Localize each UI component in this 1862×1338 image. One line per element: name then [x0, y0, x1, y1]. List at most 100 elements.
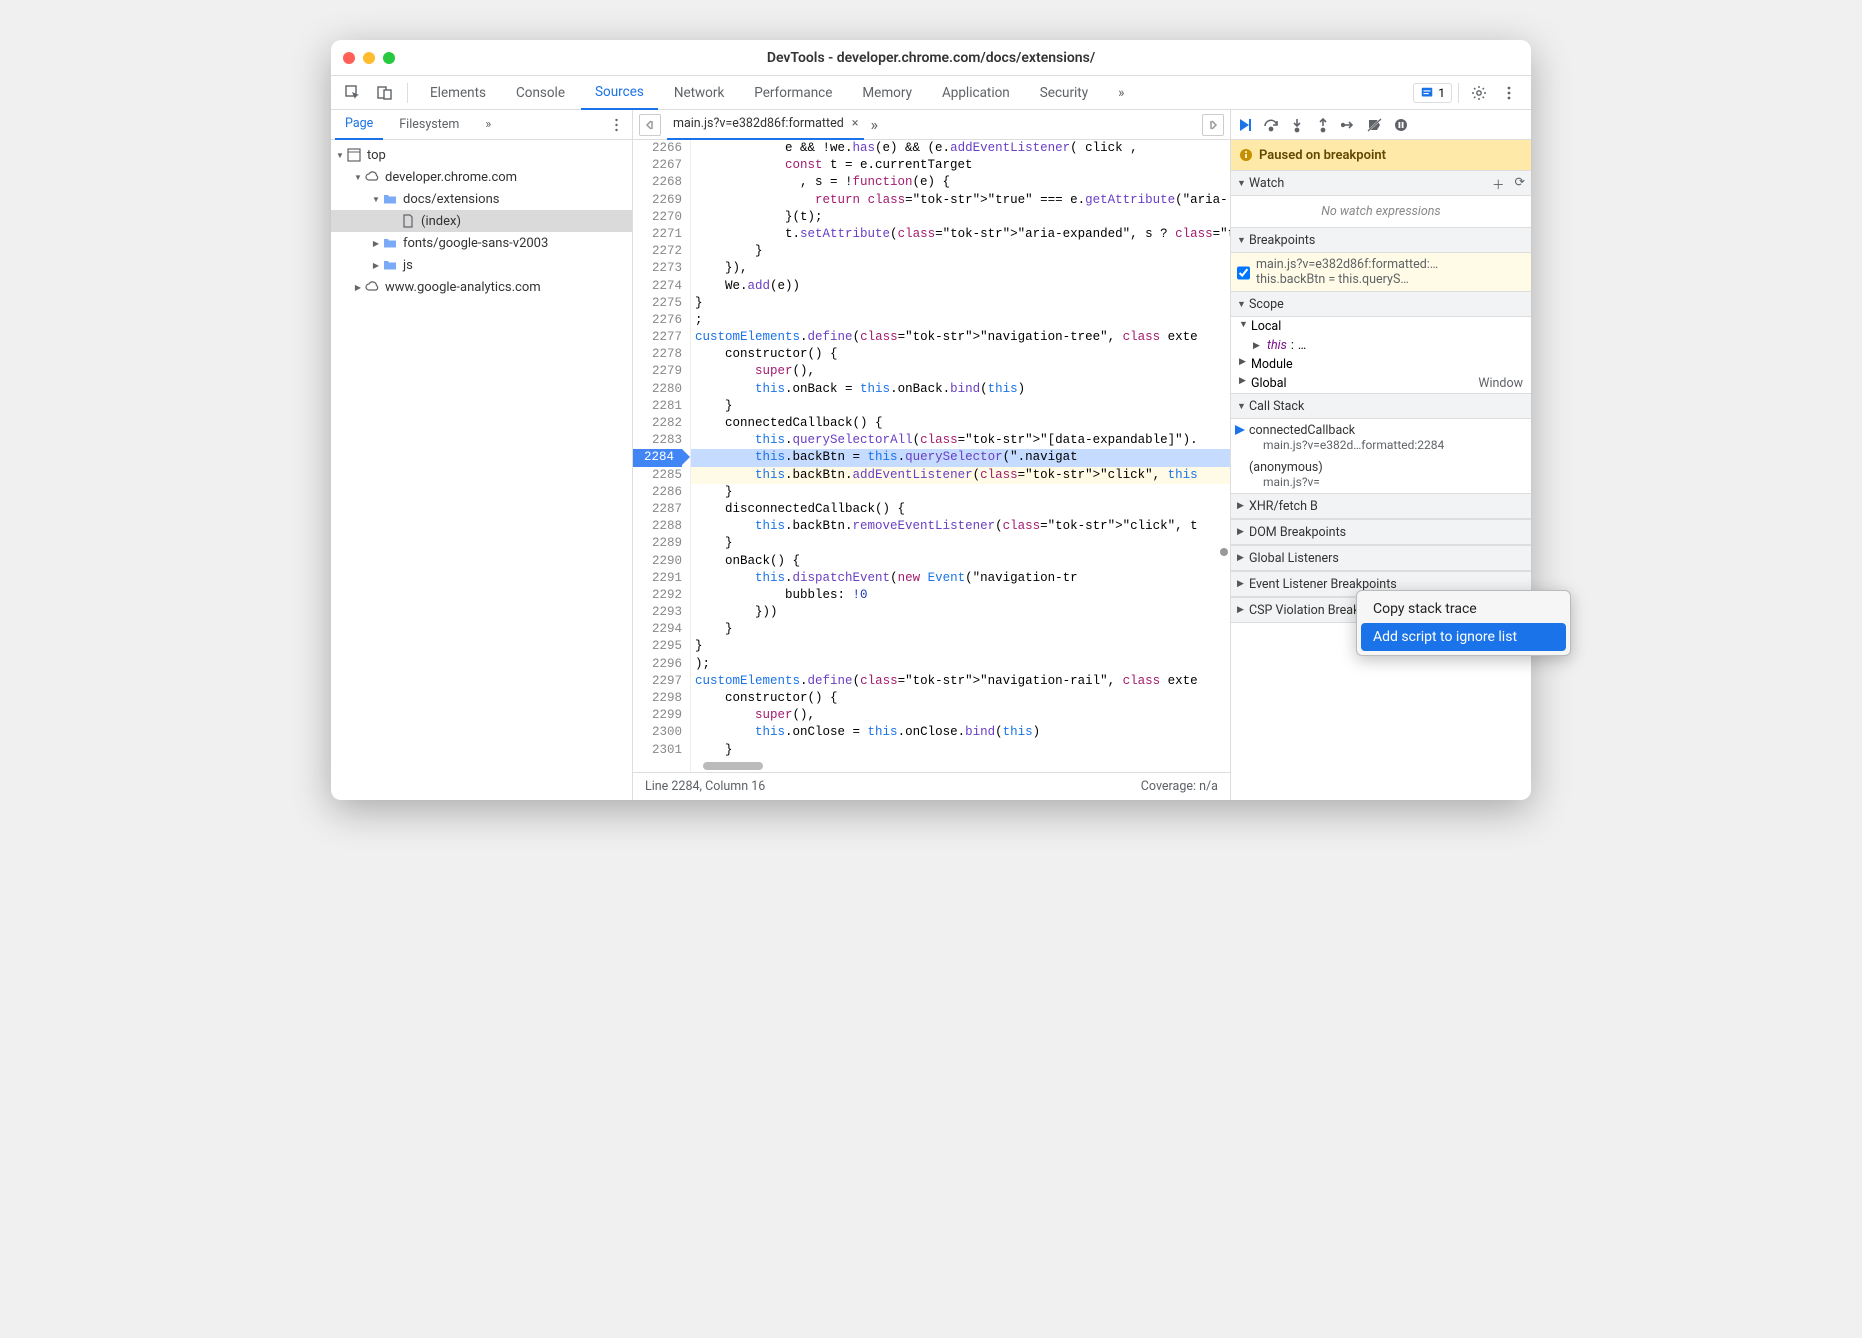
settings-gear-icon[interactable] [1465, 79, 1493, 107]
chevron-right-icon: ▶ [1237, 527, 1249, 537]
var-name: this [1267, 338, 1287, 353]
subtab-page[interactable]: Page [335, 110, 383, 140]
step-out-icon[interactable] [1315, 117, 1331, 133]
tree-label: top [367, 148, 386, 163]
breakpoint-text: this.backBtn = this.queryS… [1256, 272, 1525, 287]
device-toolbar-icon[interactable] [371, 79, 399, 107]
coverage-status: Coverage: n/a [1141, 779, 1218, 794]
tree-file-index[interactable]: (index) [331, 210, 632, 232]
step-icon[interactable] [1341, 117, 1357, 133]
tree-folder-js[interactable]: ▶ js [331, 254, 632, 276]
context-menu: Copy stack trace Add script to ignore li… [1356, 590, 1571, 656]
main-toolbar: Elements Console Sources Network Perform… [331, 76, 1531, 110]
watch-header[interactable]: ▼ Watch ＋ ⟳ [1231, 170, 1531, 196]
maximize-window-icon[interactable] [383, 52, 395, 64]
tab-memory[interactable]: Memory [848, 76, 926, 110]
scope-var-this[interactable]: ▶ this: … [1231, 336, 1531, 355]
code-content[interactable]: e && !we.has(e) && (e.addEventListener( … [691, 140, 1230, 772]
tab-sources[interactable]: Sources [581, 76, 658, 110]
tree-folder-fonts[interactable]: ▶ fonts/google-sans-v2003 [331, 232, 632, 254]
navigator-panel: Page Filesystem » ▼ top ▼ developer.chro… [331, 110, 633, 800]
tab-application[interactable]: Application [928, 76, 1024, 110]
chevron-right-icon: ▶ [1239, 357, 1251, 372]
tab-more-icon[interactable]: » [870, 115, 878, 134]
paused-text: Paused on breakpoint [1259, 148, 1386, 163]
chevron-right-icon: ▶ [1237, 605, 1249, 615]
tab-title: main.js?v=e382d86f:formatted [673, 116, 844, 131]
line-gutter[interactable]: 2266226722682269227022712272227322742275… [633, 140, 691, 772]
breakpoint-item[interactable]: main.js?v=e382d86f:formatted:… this.back… [1231, 253, 1531, 291]
step-over-icon[interactable] [1263, 117, 1279, 133]
tab-console[interactable]: Console [502, 76, 579, 110]
minimize-window-icon[interactable] [363, 52, 375, 64]
status-bar: Line 2284, Column 16 Coverage: n/a [633, 772, 1230, 800]
chevron-right-icon: ▶ [1239, 376, 1251, 391]
global-listeners-header[interactable]: ▶ Global Listeners [1231, 545, 1531, 571]
callstack-header[interactable]: ▼ Call Stack [1231, 393, 1531, 419]
inspect-element-icon[interactable] [339, 79, 367, 107]
tab-network[interactable]: Network [660, 76, 738, 110]
step-into-icon[interactable] [1289, 117, 1305, 133]
chevron-right-icon: ▶ [1237, 501, 1249, 511]
nav-back-icon[interactable] [639, 114, 661, 136]
xhr-breakpoints-header[interactable]: ▶ XHR/fetch B [1231, 493, 1531, 519]
dom-breakpoints-header[interactable]: ▶ DOM Breakpoints [1231, 519, 1531, 545]
subtab-more-icon[interactable]: » [475, 110, 501, 140]
callstack-frame[interactable]: connectedCallback main.js?v=e382d…format… [1231, 419, 1531, 456]
chevron-right-icon: ▶ [1237, 579, 1249, 589]
folder-icon [383, 258, 397, 272]
chevron-down-icon: ▼ [1239, 319, 1251, 334]
chevron-right-icon: ▶ [1253, 341, 1263, 351]
ctx-copy-stack-trace[interactable]: Copy stack trace [1361, 595, 1566, 623]
folder-icon [383, 192, 397, 206]
issues-badge[interactable]: 1 [1413, 83, 1452, 103]
scrollbar-horizontal[interactable] [703, 762, 763, 770]
frame-function: connectedCallback [1249, 423, 1523, 438]
code-editor[interactable]: 2266226722682269227022712272227322742275… [633, 140, 1230, 772]
module-label: Module [1251, 357, 1523, 372]
refresh-watch-icon[interactable]: ⟳ [1515, 174, 1525, 193]
tab-elements[interactable]: Elements [416, 76, 500, 110]
paused-banner: Paused on breakpoint [1231, 140, 1531, 170]
close-tab-icon[interactable]: × [852, 116, 859, 131]
tab-more-icon[interactable]: » [1104, 76, 1138, 110]
resume-icon[interactable] [1237, 117, 1253, 133]
breakpoint-checkbox[interactable] [1237, 259, 1250, 287]
editor-tab[interactable]: main.js?v=e382d86f:formatted × [667, 110, 864, 140]
tree-label: fonts/google-sans-v2003 [403, 236, 548, 251]
cursor-position: Line 2284, Column 16 [645, 779, 765, 794]
editor-panel: main.js?v=e382d86f:formatted × » 2266226… [633, 110, 1231, 800]
main-tabs: Elements Console Sources Network Perform… [416, 76, 1409, 110]
chevron-down-icon: ▼ [1237, 401, 1249, 412]
tab-performance[interactable]: Performance [740, 76, 846, 110]
navigator-kebab-icon[interactable] [605, 110, 628, 140]
nav-forward-icon[interactable] [1202, 114, 1224, 136]
tree-folder-docs[interactable]: ▼ docs/extensions [331, 188, 632, 210]
editor післ: main.js?v=e382d86f:formatted × » [633, 110, 1230, 140]
global-label: Global [1251, 376, 1478, 391]
subtab-filesystem[interactable]: Filesystem [389, 110, 469, 140]
pause-exceptions-icon[interactable] [1393, 117, 1409, 133]
kebab-menu-icon[interactable] [1495, 79, 1523, 107]
ctx-add-ignore-list[interactable]: Add script to ignore list [1361, 623, 1566, 651]
chevron-down-icon: ▼ [1237, 178, 1249, 189]
chevron-right-icon: ▶ [371, 260, 381, 270]
content-area: Page Filesystem » ▼ top ▼ developer.chro… [331, 110, 1531, 800]
breakpoints-header[interactable]: ▼ Breakpoints [1231, 227, 1531, 253]
scope-header[interactable]: ▼ Scope [1231, 291, 1531, 317]
close-window-icon[interactable] [343, 52, 355, 64]
callstack-frame[interactable]: (anonymous) main.js?v= [1231, 456, 1531, 493]
add-watch-icon[interactable]: ＋ [1492, 174, 1505, 193]
file-tree[interactable]: ▼ top ▼ developer.chrome.com ▼ docs/exte… [331, 140, 632, 800]
watch-body: No watch expressions [1231, 196, 1531, 227]
tree-origin-developer[interactable]: ▼ developer.chrome.com [331, 166, 632, 188]
global-value: Window [1478, 376, 1523, 391]
tree-top[interactable]: ▼ top [331, 144, 632, 166]
tree-origin-analytics[interactable]: ▶ www.google-analytics.com [331, 276, 632, 298]
tab-security[interactable]: Security [1026, 76, 1102, 110]
callstack-title: Call Stack [1249, 399, 1304, 414]
titlebar: DevTools - developer.chrome.com/docs/ext… [331, 40, 1531, 76]
deactivate-breakpoints-icon[interactable] [1367, 117, 1383, 133]
chevron-right-icon: ▶ [1237, 553, 1249, 563]
window-controls [343, 52, 395, 64]
